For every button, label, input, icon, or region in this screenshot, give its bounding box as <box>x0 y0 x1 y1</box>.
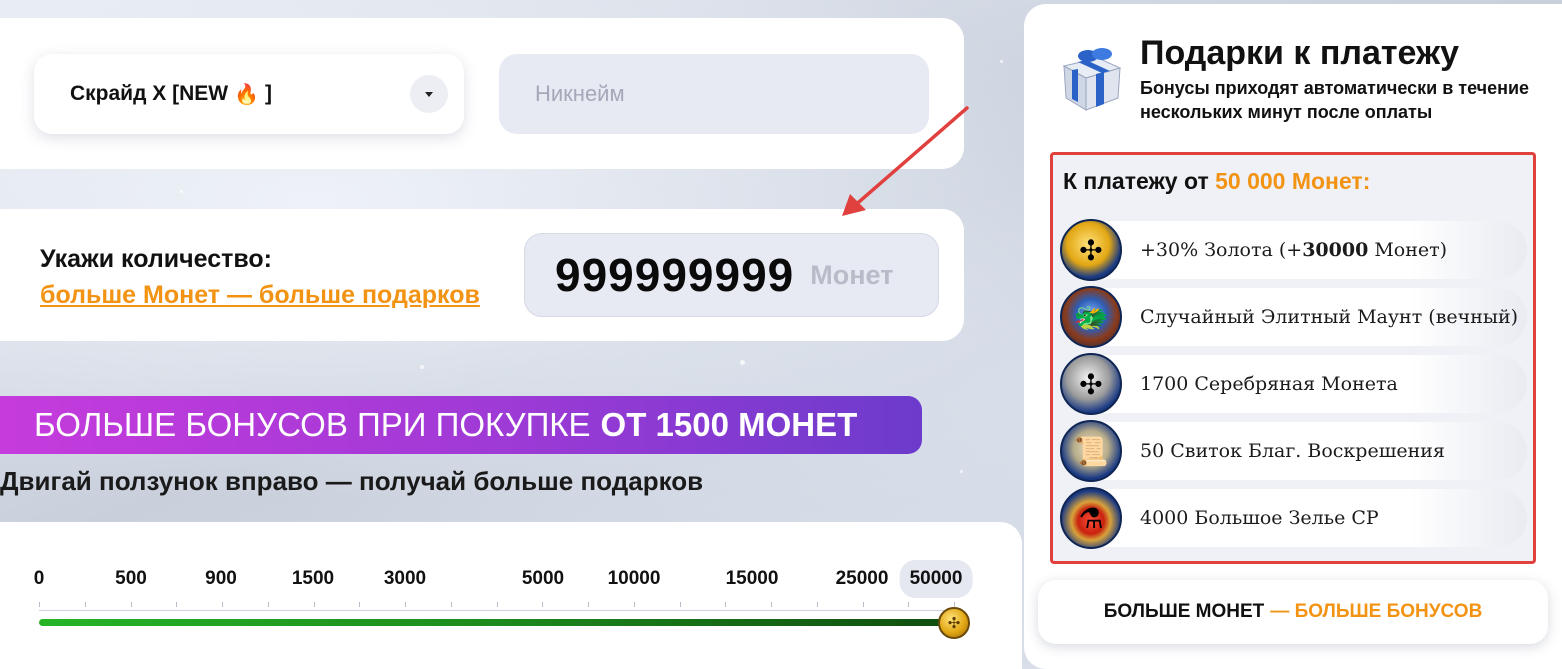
quantity-input[interactable]: 999999999 Монет <box>524 233 939 317</box>
slider-tick-label[interactable]: 25000 <box>836 568 889 590</box>
slider-minor-tick <box>130 602 132 607</box>
bonus-item-text: 4000 Большое Зелье CP <box>1140 507 1379 529</box>
slider-tick-label-selected[interactable]: 50000 <box>899 560 973 598</box>
slider-minor-tick <box>725 602 727 607</box>
arrow-annotation-icon <box>842 106 969 216</box>
account-card: Скрайд X [NEW 🔥 ] <box>0 18 964 169</box>
more-bonuses-accent: — БОЛЬШЕ БОНУСОВ <box>1270 601 1483 622</box>
bonus-item-text: 50 Свиток Благ. Воскрешения <box>1140 440 1445 462</box>
server-name: Скрайд X [NEW <box>70 82 229 105</box>
slider-minor-tick <box>450 602 452 607</box>
slider-minor-tick <box>908 602 910 607</box>
promo-banner: БОЛЬШЕ БОНУСОВ ПРИ ПОКУПКЕ ОТ 1500 МОНЕТ <box>0 396 922 454</box>
slider-tick-label[interactable]: 500 <box>115 568 147 590</box>
more-coins-link[interactable]: больше Монет — больше подарков <box>40 281 480 310</box>
bonus-item-text: +30% Золота (+30000 Монет) <box>1140 239 1447 261</box>
slider-minor-tick <box>405 602 406 607</box>
slider-tick-label[interactable]: 10000 <box>608 568 661 590</box>
bonus-item-text: 1700 Серебряная Монета <box>1140 373 1398 395</box>
snow-dot <box>1000 60 1003 63</box>
snow-dot <box>740 360 745 365</box>
slider-tick-label[interactable]: 3000 <box>384 568 426 590</box>
slider-minor-tick <box>267 602 269 607</box>
slider-minor-tick <box>222 602 223 607</box>
bonus-item-text: Случайный Элитный Маунт (вечный) <box>1140 306 1519 328</box>
slider-fill <box>39 619 954 626</box>
slider-hint: Двигай ползунок вправо — получай больше … <box>0 466 704 496</box>
server-name-suffix: ] <box>265 82 272 105</box>
slider-minor-tick <box>679 602 681 607</box>
slider-minor-tick <box>313 602 315 607</box>
bonus-item: ✣ 1700 Серебряная Монета <box>1060 353 1527 415</box>
scroll-icon: 📜 <box>1060 420 1122 482</box>
slider-minor-tick <box>359 602 361 607</box>
bonus-item-text-post: Монет) <box>1368 239 1448 261</box>
quantity-unit: Монет <box>810 259 894 290</box>
more-bonuses-button[interactable]: БОЛЬШЕ МОНЕТ — БОЛЬШЕ БОНУСОВ <box>1038 580 1548 644</box>
promo-text: БОЛЬШЕ БОНУСОВ ПРИ ПОКУПКЕ <box>34 406 591 443</box>
bonus-item-text-bold: 30000 <box>1302 239 1369 261</box>
gift-box-icon <box>1062 48 1122 111</box>
bonus-item: 🐲 Случайный Элитный Маунт (вечный) <box>1060 286 1527 348</box>
slider-minor-tick <box>84 602 86 607</box>
slider-minor-tick <box>633 602 635 607</box>
slider-tick-label[interactable]: 15000 <box>726 568 779 590</box>
quantity-card: Укажи количество: больше Монет — больше … <box>0 209 964 341</box>
slider-minor-tick <box>588 602 589 607</box>
slider-tick-label[interactable]: 900 <box>205 568 237 590</box>
quantity-value[interactable]: 999999999 <box>555 248 794 302</box>
bonus-item: 📜 50 Свиток Благ. Воскрешения <box>1060 420 1527 482</box>
gifts-panel: Подарки к платежу Бонусы приходят автома… <box>1024 4 1562 669</box>
slider-minor-tick <box>496 602 498 607</box>
slider-tick-label[interactable]: 1500 <box>292 568 334 590</box>
bonus-item: ✣ +30% Золота (+30000 Монет) <box>1060 219 1527 281</box>
gifts-subtitle: Бонусы приходят автоматически в течение … <box>1140 78 1530 122</box>
bonus-item: ⚗ 4000 Большое Зелье CP <box>1060 487 1527 549</box>
elite-mount-icon: 🐲 <box>1060 286 1122 348</box>
slider-minor-tick <box>771 602 772 607</box>
bonus-item-text-pre: +30% Золота (+ <box>1140 239 1303 261</box>
silver-coin-icon: ✣ <box>1060 353 1122 415</box>
slider-minor-tick <box>176 602 178 607</box>
slider-minor-tick <box>862 602 864 607</box>
snow-dot <box>960 470 963 473</box>
more-bonuses-text: БОЛЬШЕ МОНЕТ <box>1103 601 1265 622</box>
slider-minor-tick <box>542 602 544 607</box>
bonus-threshold: К платежу от 50 000 Монет: <box>1063 168 1370 195</box>
slider-rail[interactable] <box>39 610 954 611</box>
gold-coin-icon: ✣ <box>1060 219 1122 281</box>
snow-dot <box>180 190 183 193</box>
snow-dot <box>420 365 424 369</box>
bonus-threshold-amount: 50 000 Монет: <box>1215 168 1371 194</box>
bonus-list-box: К платежу от 50 000 Монет: ✣ +30% Золота… <box>1050 152 1536 564</box>
server-select[interactable]: Скрайд X [NEW 🔥 ] <box>34 54 464 134</box>
slider-tick-label[interactable]: 0 <box>34 568 45 590</box>
promo-highlight: ОТ 1500 МОНЕТ <box>600 406 858 443</box>
bonus-threshold-label: К платежу от <box>1063 168 1209 194</box>
quantity-title: Укажи количество: <box>40 245 273 273</box>
slider-minor-tick <box>39 602 40 607</box>
amount-slider-card: 0 500 900 1500 3000 5000 10000 15000 250… <box>0 522 1022 669</box>
slider-handle[interactable]: ✣ <box>938 607 970 639</box>
slider-minor-tick <box>816 602 818 607</box>
slider-tick-label[interactable]: 5000 <box>522 568 564 590</box>
potion-icon: ⚗ <box>1060 487 1122 549</box>
fire-icon: 🔥 <box>234 82 259 106</box>
gifts-title: Подарки к платежу <box>1140 34 1460 72</box>
chevron-down-icon[interactable] <box>410 75 448 113</box>
